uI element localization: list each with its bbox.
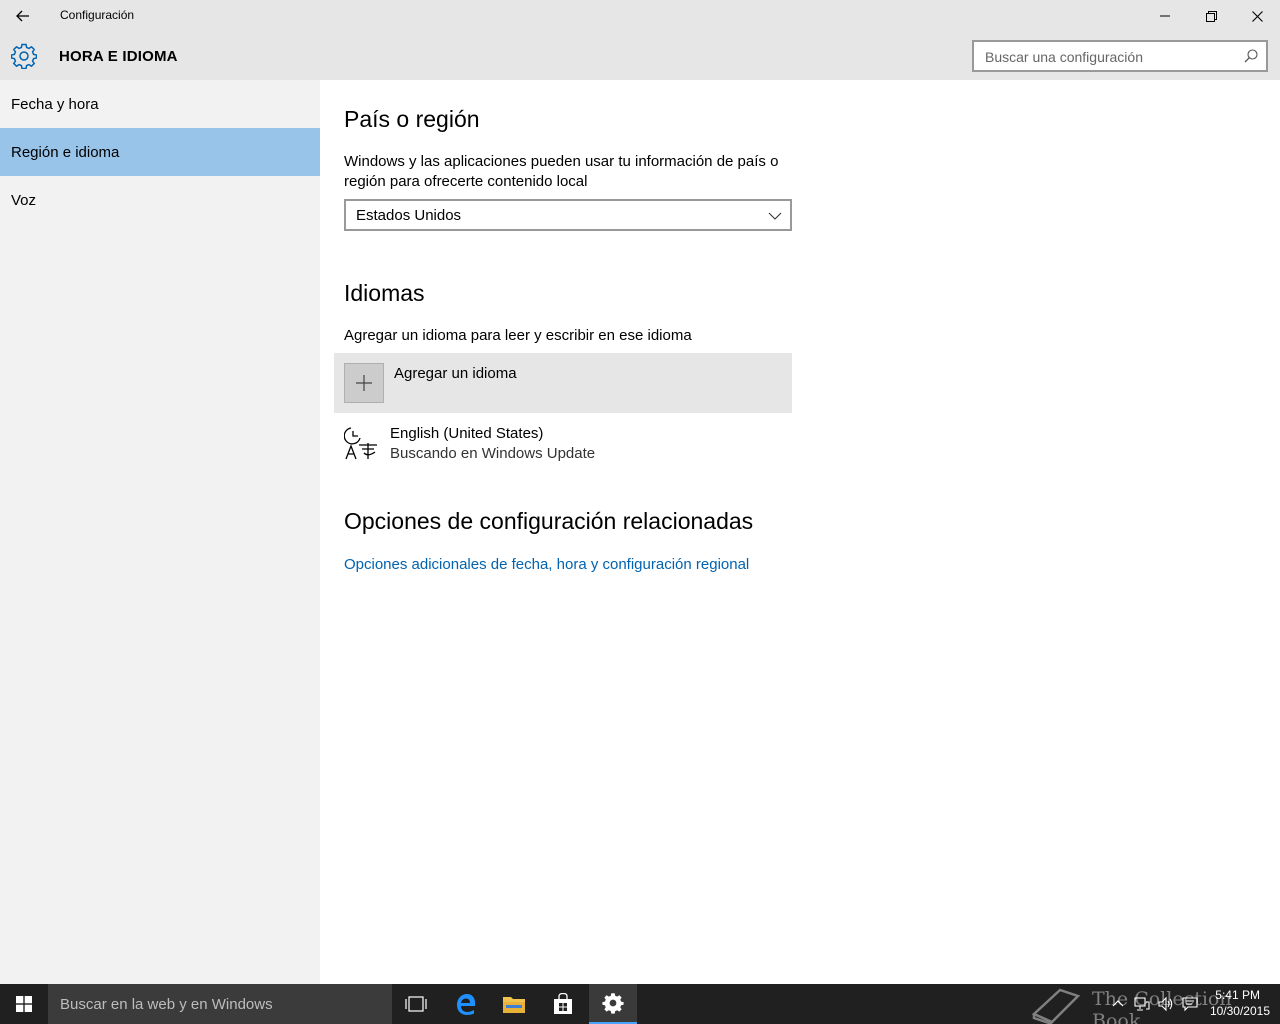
plus-icon-box bbox=[344, 363, 384, 403]
language-item[interactable]: English (United States) Buscando en Wind… bbox=[344, 423, 792, 473]
window-title: Configuración bbox=[60, 8, 135, 22]
start-button[interactable] bbox=[0, 984, 48, 1024]
language-name: English (United States) bbox=[390, 425, 544, 442]
sidebar-item-label: Voz bbox=[11, 192, 37, 209]
section-title: HORA E IDIOMA bbox=[59, 48, 178, 65]
file-explorer-button[interactable] bbox=[490, 984, 538, 1024]
back-button[interactable] bbox=[0, 0, 46, 32]
action-center-icon[interactable] bbox=[1182, 996, 1198, 1012]
language-status: Buscando en Windows Update bbox=[390, 445, 596, 462]
sidebar-item-voz[interactable]: Voz bbox=[0, 176, 320, 224]
system-tray: 5:41 PM 10/30/2015 bbox=[1110, 984, 1280, 1024]
windows-logo-icon bbox=[16, 996, 32, 1012]
gear-icon bbox=[602, 993, 624, 1014]
edge-icon bbox=[457, 994, 476, 1015]
gear-icon bbox=[11, 43, 37, 69]
add-language-label: Agregar un idioma bbox=[394, 365, 517, 382]
taskbar: Buscar en la web y en Windows The Collec… bbox=[0, 984, 1280, 1024]
sidebar-item-region-e-idioma[interactable]: Región e idioma bbox=[0, 128, 320, 176]
country-dropdown[interactable]: Estados Unidos bbox=[344, 199, 792, 231]
language-pack-icon bbox=[344, 427, 377, 460]
sidebar-item-label: Fecha y hora bbox=[11, 96, 99, 113]
store-button[interactable] bbox=[539, 984, 587, 1024]
search-placeholder: Buscar una configuración bbox=[985, 49, 1143, 65]
minimize-icon bbox=[1160, 15, 1170, 17]
close-icon bbox=[1251, 10, 1263, 22]
additional-settings-link[interactable]: Opciones adicionales de fecha, hora y co… bbox=[344, 556, 749, 573]
store-icon bbox=[554, 993, 572, 1014]
country-description-line2: región para ofrecerte contenido local bbox=[344, 173, 588, 190]
network-icon[interactable] bbox=[1134, 996, 1150, 1012]
country-selected-value: Estados Unidos bbox=[356, 207, 462, 224]
restore-button[interactable] bbox=[1188, 0, 1234, 32]
taskbar-search-input[interactable]: Buscar en la web y en Windows bbox=[48, 984, 392, 1024]
plus-icon bbox=[356, 375, 372, 391]
languages-heading: Idiomas bbox=[344, 280, 425, 306]
chevron-up-icon[interactable] bbox=[1110, 996, 1126, 1012]
clock-time[interactable]: 5:41 PM bbox=[1215, 988, 1260, 1002]
title-bar: Configuración bbox=[0, 0, 1280, 32]
minimize-button[interactable] bbox=[1142, 0, 1188, 32]
country-description-line1: Windows y las aplicaciones pueden usar t… bbox=[344, 153, 779, 170]
taskbar-search-placeholder: Buscar en la web y en Windows bbox=[60, 996, 273, 1013]
sidebar-item-label: Región e idioma bbox=[11, 144, 120, 161]
main-content: País o región Windows y las aplicaciones… bbox=[320, 80, 1280, 984]
clock-date[interactable]: 10/30/2015 bbox=[1210, 1004, 1270, 1018]
folder-icon bbox=[503, 997, 525, 1013]
volume-icon[interactable] bbox=[1158, 996, 1174, 1012]
chevron-down-icon bbox=[768, 212, 782, 220]
task-view-button[interactable] bbox=[392, 984, 440, 1024]
restore-icon bbox=[1205, 10, 1217, 22]
edge-button[interactable] bbox=[442, 984, 490, 1024]
settings-taskbar-button[interactable] bbox=[589, 984, 637, 1024]
close-button[interactable] bbox=[1234, 0, 1280, 32]
search-icon[interactable] bbox=[1244, 49, 1258, 63]
add-language-button[interactable]: Agregar un idioma bbox=[334, 353, 792, 413]
book-logo-icon bbox=[1031, 988, 1081, 1024]
languages-description: Agregar un idioma para leer y escribir e… bbox=[344, 327, 692, 344]
sidebar-item-fecha-y-hora[interactable]: Fecha y hora bbox=[0, 80, 320, 128]
settings-search-input[interactable]: Buscar una configuración bbox=[972, 40, 1268, 72]
task-view-icon bbox=[405, 996, 427, 1012]
settings-header: HORA E IDIOMA Buscar una configuración bbox=[0, 32, 1280, 80]
related-heading: Opciones de configuración relacionadas bbox=[344, 508, 754, 534]
back-arrow-icon bbox=[16, 10, 29, 22]
country-heading: País o región bbox=[344, 106, 480, 132]
sidebar: Fecha y hora Región e idioma Voz bbox=[0, 80, 320, 984]
